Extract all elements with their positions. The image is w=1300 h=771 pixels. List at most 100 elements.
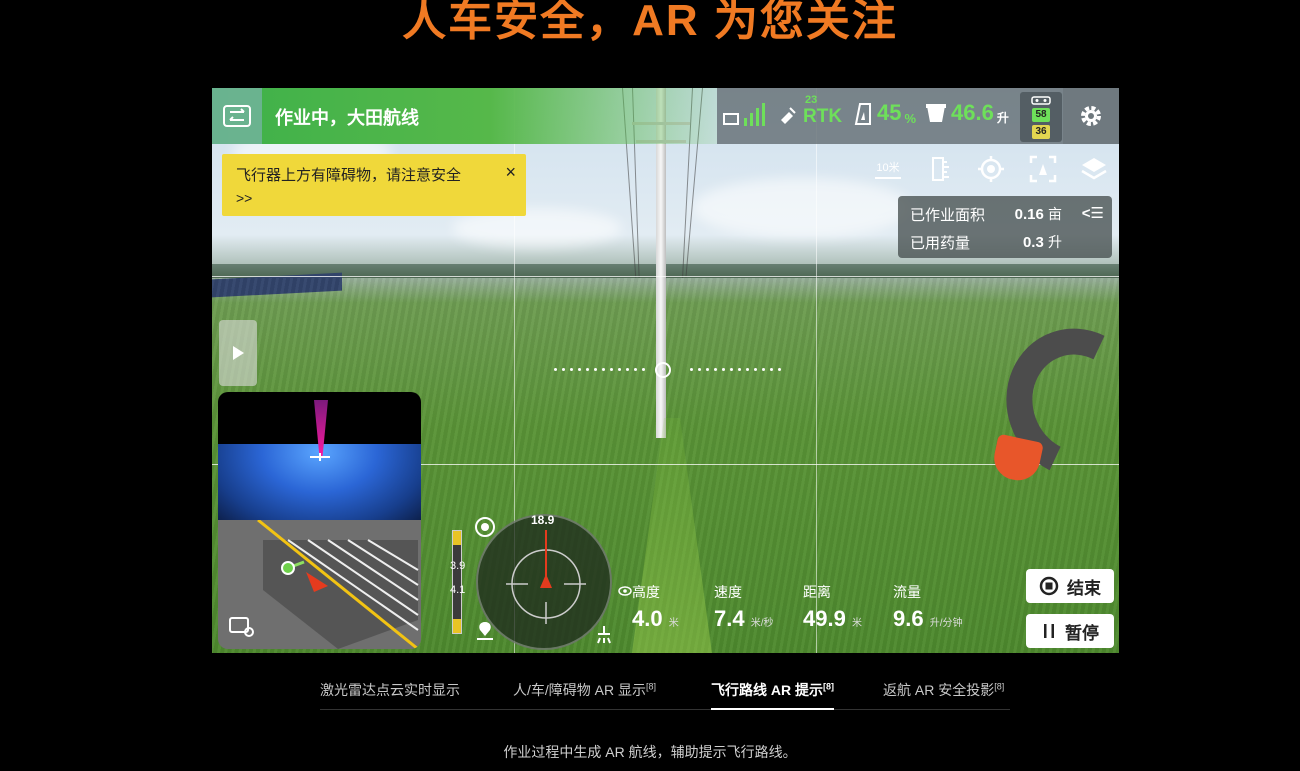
remote-controller-battery: 58 36 (1020, 92, 1062, 142)
pause-button-label: 暂停 (1065, 623, 1099, 643)
altitude-value: 4.0 (632, 606, 663, 631)
horizon-dots-right (690, 368, 781, 372)
altitude-value-group: 4.0 米 (632, 606, 679, 632)
distance-value-group: 49.9 米 (803, 606, 862, 632)
map-settings-icon (229, 617, 254, 637)
area-row: 已作业面积 0.16 亩 <☰ (910, 204, 1104, 226)
satellite-icon (781, 107, 796, 124)
area-label: 已作业面积 (910, 207, 986, 224)
telemetry-item-distance: 距离 49.9 米 (803, 582, 862, 632)
collapse-panel-button[interactable]: <☰ (1082, 204, 1104, 222)
flow-label: 流量 (893, 584, 921, 600)
battery-icon (854, 103, 871, 125)
tab-lidar-pointcloud[interactable]: 激光雷达点云实时显示 (320, 680, 460, 710)
distance-value: 49.9 (803, 606, 846, 631)
tab-people-vehicle-ar[interactable]: 人/车/障碍物 AR 显示[8] (513, 680, 656, 710)
satellite-count: 23 (805, 94, 818, 106)
flow-value: 9.6 (893, 606, 924, 631)
scale-label: 10米 (876, 162, 900, 174)
drone-icon (310, 453, 330, 461)
area-value-group: 0.16 亩 (1015, 204, 1062, 224)
end-button[interactable]: 结束 (1026, 569, 1114, 603)
compass-heading: 18.9 (531, 513, 555, 527)
cloud (692, 178, 912, 238)
tank-indicator: 46.6 升 (924, 100, 1009, 126)
warning-close-button[interactable]: × (505, 162, 516, 183)
altitude-bottom-marker (453, 619, 461, 633)
tab-flight-route-ar[interactable]: 飞行路线 AR 提示[8] (711, 680, 834, 710)
expand-panel-button[interactable] (219, 320, 257, 386)
signal-indicator (722, 102, 768, 128)
tab-footnote: [8] (646, 681, 657, 692)
signal-icon (723, 103, 765, 126)
route-menu-button[interactable] (212, 88, 262, 144)
top-status-bar: 作业中，大田航线 23 RTK 45 % 46.6 升 58 36 (212, 88, 1119, 144)
altitude-lower-label: 4.1 (450, 584, 466, 596)
chemical-row: 已用药量 0.3 升 (910, 232, 1104, 254)
ar-target-button[interactable] (1027, 154, 1059, 184)
headline: 人车安全，AR 为您关注 (402, 0, 898, 45)
rtk-label: RTK (803, 106, 843, 127)
flow-value-group: 9.6 升/分钟 (893, 606, 963, 632)
status-text: 作业中，大田航线 (275, 108, 419, 128)
grid-line (212, 276, 1119, 277)
lidar-pointcloud-view[interactable] (218, 392, 421, 520)
tab-label: 飞行路线 AR 提示 (711, 682, 823, 698)
ar-target-icon (1029, 155, 1057, 183)
tab-footnote: [8] (994, 681, 1005, 692)
tank-unit: 升 (996, 111, 1009, 125)
pause-icon (1044, 624, 1054, 638)
settings-button[interactable] (1063, 88, 1119, 144)
measure-button[interactable] (924, 154, 956, 184)
route-icon (223, 105, 251, 127)
obstacle-warning[interactable]: 飞行器上方有障碍物，请注意安全 >> × (222, 154, 526, 216)
area-unit: 亩 (1048, 206, 1062, 222)
chemical-label: 已用药量 (910, 235, 971, 252)
telemetry-item-altitude: 高度 4.0 米 (632, 582, 679, 632)
scale-indicator: 10米 (872, 154, 904, 184)
controller-icon (1031, 96, 1051, 105)
tab-return-home-ar[interactable]: 返航 AR 安全投影[8] (883, 680, 1004, 710)
altitude-bar (452, 530, 462, 634)
distance-label: 距离 (803, 584, 831, 600)
mini-map[interactable] (218, 520, 421, 649)
area-value: 0.16 (1014, 206, 1044, 223)
tab-label: 返航 AR 安全投影 (883, 682, 995, 698)
play-icon (233, 346, 244, 360)
tab-caption: 作业过程中生成 AR 航线，辅助提示飞行路线。 (503, 744, 797, 760)
telemetry-panel: 高度 4.0 米 速度 7.4 米/秒 距离 49.9 米 流量 9.6 升/分… (612, 582, 982, 642)
map-settings-button[interactable] (228, 615, 256, 639)
tank-value: 46.6 (951, 100, 994, 125)
layers-icon (1081, 158, 1107, 180)
ruler-icon (932, 157, 949, 181)
altitude-unit: 米 (668, 618, 679, 629)
app-screen: 作业中，大田航线 23 RTK 45 % 46.6 升 58 36 飞行器上方有… (212, 88, 1119, 653)
rtk-indicator: 23 RTK (778, 94, 843, 128)
grid-line (816, 88, 817, 653)
warning-more-link[interactable]: >> (236, 190, 252, 206)
stop-icon (1039, 576, 1059, 596)
eye-icon (618, 586, 632, 596)
speed-value-group: 7.4 米/秒 (714, 606, 774, 632)
tank-icon (926, 104, 946, 122)
scale-bar (875, 177, 901, 179)
tab-label: 人/车/障碍物 AR 显示 (513, 682, 647, 698)
end-button-label: 结束 (1067, 578, 1101, 598)
speed-unit: 米/秒 (750, 618, 774, 629)
chemical-unit: 升 (1048, 234, 1062, 250)
horizon-dots-left (554, 368, 645, 372)
battery-value: 45 (877, 100, 902, 125)
distance-unit: 米 (851, 618, 862, 629)
pause-button[interactable]: 暂停 (1026, 614, 1114, 648)
speed-label: 速度 (714, 584, 742, 600)
layers-button[interactable] (1078, 154, 1110, 184)
altitude-label: 高度 (632, 584, 660, 600)
chemical-value-group: 0.3 升 (1023, 232, 1062, 252)
warning-message: 飞行器上方有障碍物，请注意安全 (236, 167, 462, 184)
locate-button[interactable] (975, 154, 1007, 184)
speed-value: 7.4 (714, 606, 745, 631)
telemetry-item-flow: 流量 9.6 升/分钟 (893, 582, 963, 632)
battery-indicator: 45% (852, 100, 916, 126)
rc-battery-top: 58 (1032, 108, 1050, 122)
work-stats-panel: 已作业面积 0.16 亩 <☰ 已用药量 0.3 升 (898, 196, 1112, 258)
